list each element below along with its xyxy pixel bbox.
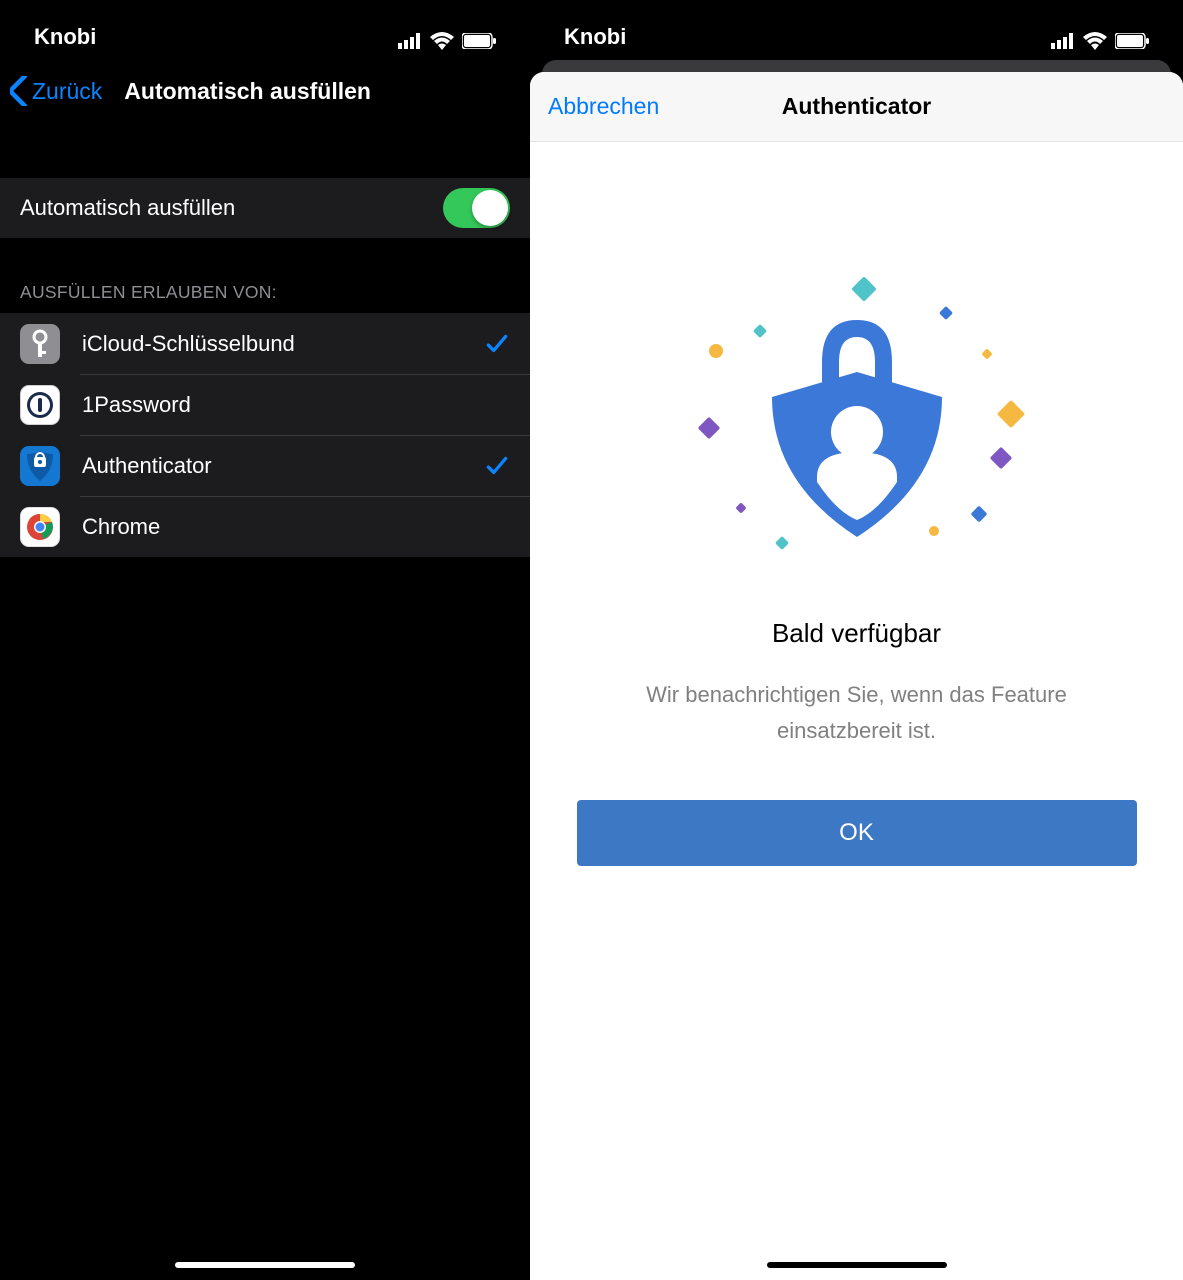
wifi-icon (1083, 32, 1107, 50)
cancel-button[interactable]: Abbrechen (530, 93, 659, 120)
coming-soon-body: Wir benachrichtigen Sie, wenn das Featur… (617, 677, 1097, 750)
provider-label: Chrome (82, 514, 510, 540)
key-icon (20, 324, 60, 364)
coming-soon-title: Bald verfügbar (772, 618, 941, 649)
back-button[interactable]: Zurück (10, 76, 102, 106)
allow-from-header: AUSFÜLLEN ERLAUBEN VON: (0, 238, 530, 313)
nav-bar: Zurück Automatisch ausfüllen (0, 60, 530, 122)
provider-row-icloud[interactable]: iCloud-Schlüsselbund (0, 313, 530, 374)
chrome-icon (20, 507, 60, 547)
nav-title: Automatisch ausfüllen (124, 78, 371, 105)
authenticator-icon (20, 446, 60, 486)
checkmark-icon (484, 331, 510, 357)
chevron-left-icon (10, 76, 28, 106)
authenticator-sheet-screen: Knobi Abbrechen Authenticator (530, 0, 1183, 1280)
wifi-icon (430, 32, 454, 50)
sheet-body: Bald verfügbar Wir benachrichtigen Sie, … (530, 142, 1183, 1280)
autofill-toggle-row[interactable]: Automatisch ausfüllen (0, 178, 530, 238)
lock-shield-icon (757, 302, 957, 542)
lock-illustration (707, 272, 1007, 572)
cellular-icon (1051, 33, 1075, 49)
carrier-label: Knobi (34, 24, 96, 50)
status-indicators (1051, 32, 1149, 50)
home-indicator[interactable] (175, 1262, 355, 1268)
back-label: Zurück (32, 78, 102, 105)
status-bar: Knobi (0, 0, 530, 60)
provider-label: Authenticator (82, 453, 484, 479)
carrier-label: Knobi (564, 24, 626, 50)
provider-row-1password[interactable]: 1Password (0, 374, 530, 435)
home-indicator[interactable] (767, 1262, 947, 1268)
battery-icon (462, 33, 496, 49)
sheet-header: Abbrechen Authenticator (530, 72, 1183, 142)
cellular-icon (398, 33, 422, 49)
provider-label: 1Password (82, 392, 510, 418)
provider-row-authenticator[interactable]: Authenticator (0, 435, 530, 496)
settings-screen: Knobi Zurück Automatisch ausfüllen Autom… (0, 0, 530, 1280)
battery-icon (1115, 33, 1149, 49)
status-indicators (398, 32, 496, 50)
ok-button[interactable]: OK (577, 800, 1137, 866)
provider-list: iCloud-Schlüsselbund 1Password Authentic… (0, 313, 530, 557)
onepassword-icon (20, 385, 60, 425)
provider-row-chrome[interactable]: Chrome (0, 496, 530, 557)
autofill-toggle-label: Automatisch ausfüllen (20, 195, 235, 221)
provider-label: iCloud-Schlüsselbund (82, 331, 484, 357)
autofill-switch[interactable] (443, 188, 510, 228)
modal-sheet: Abbrechen Authenticator Bald verfügbar W… (530, 72, 1183, 1280)
checkmark-icon (484, 453, 510, 479)
status-bar: Knobi (530, 0, 1183, 60)
